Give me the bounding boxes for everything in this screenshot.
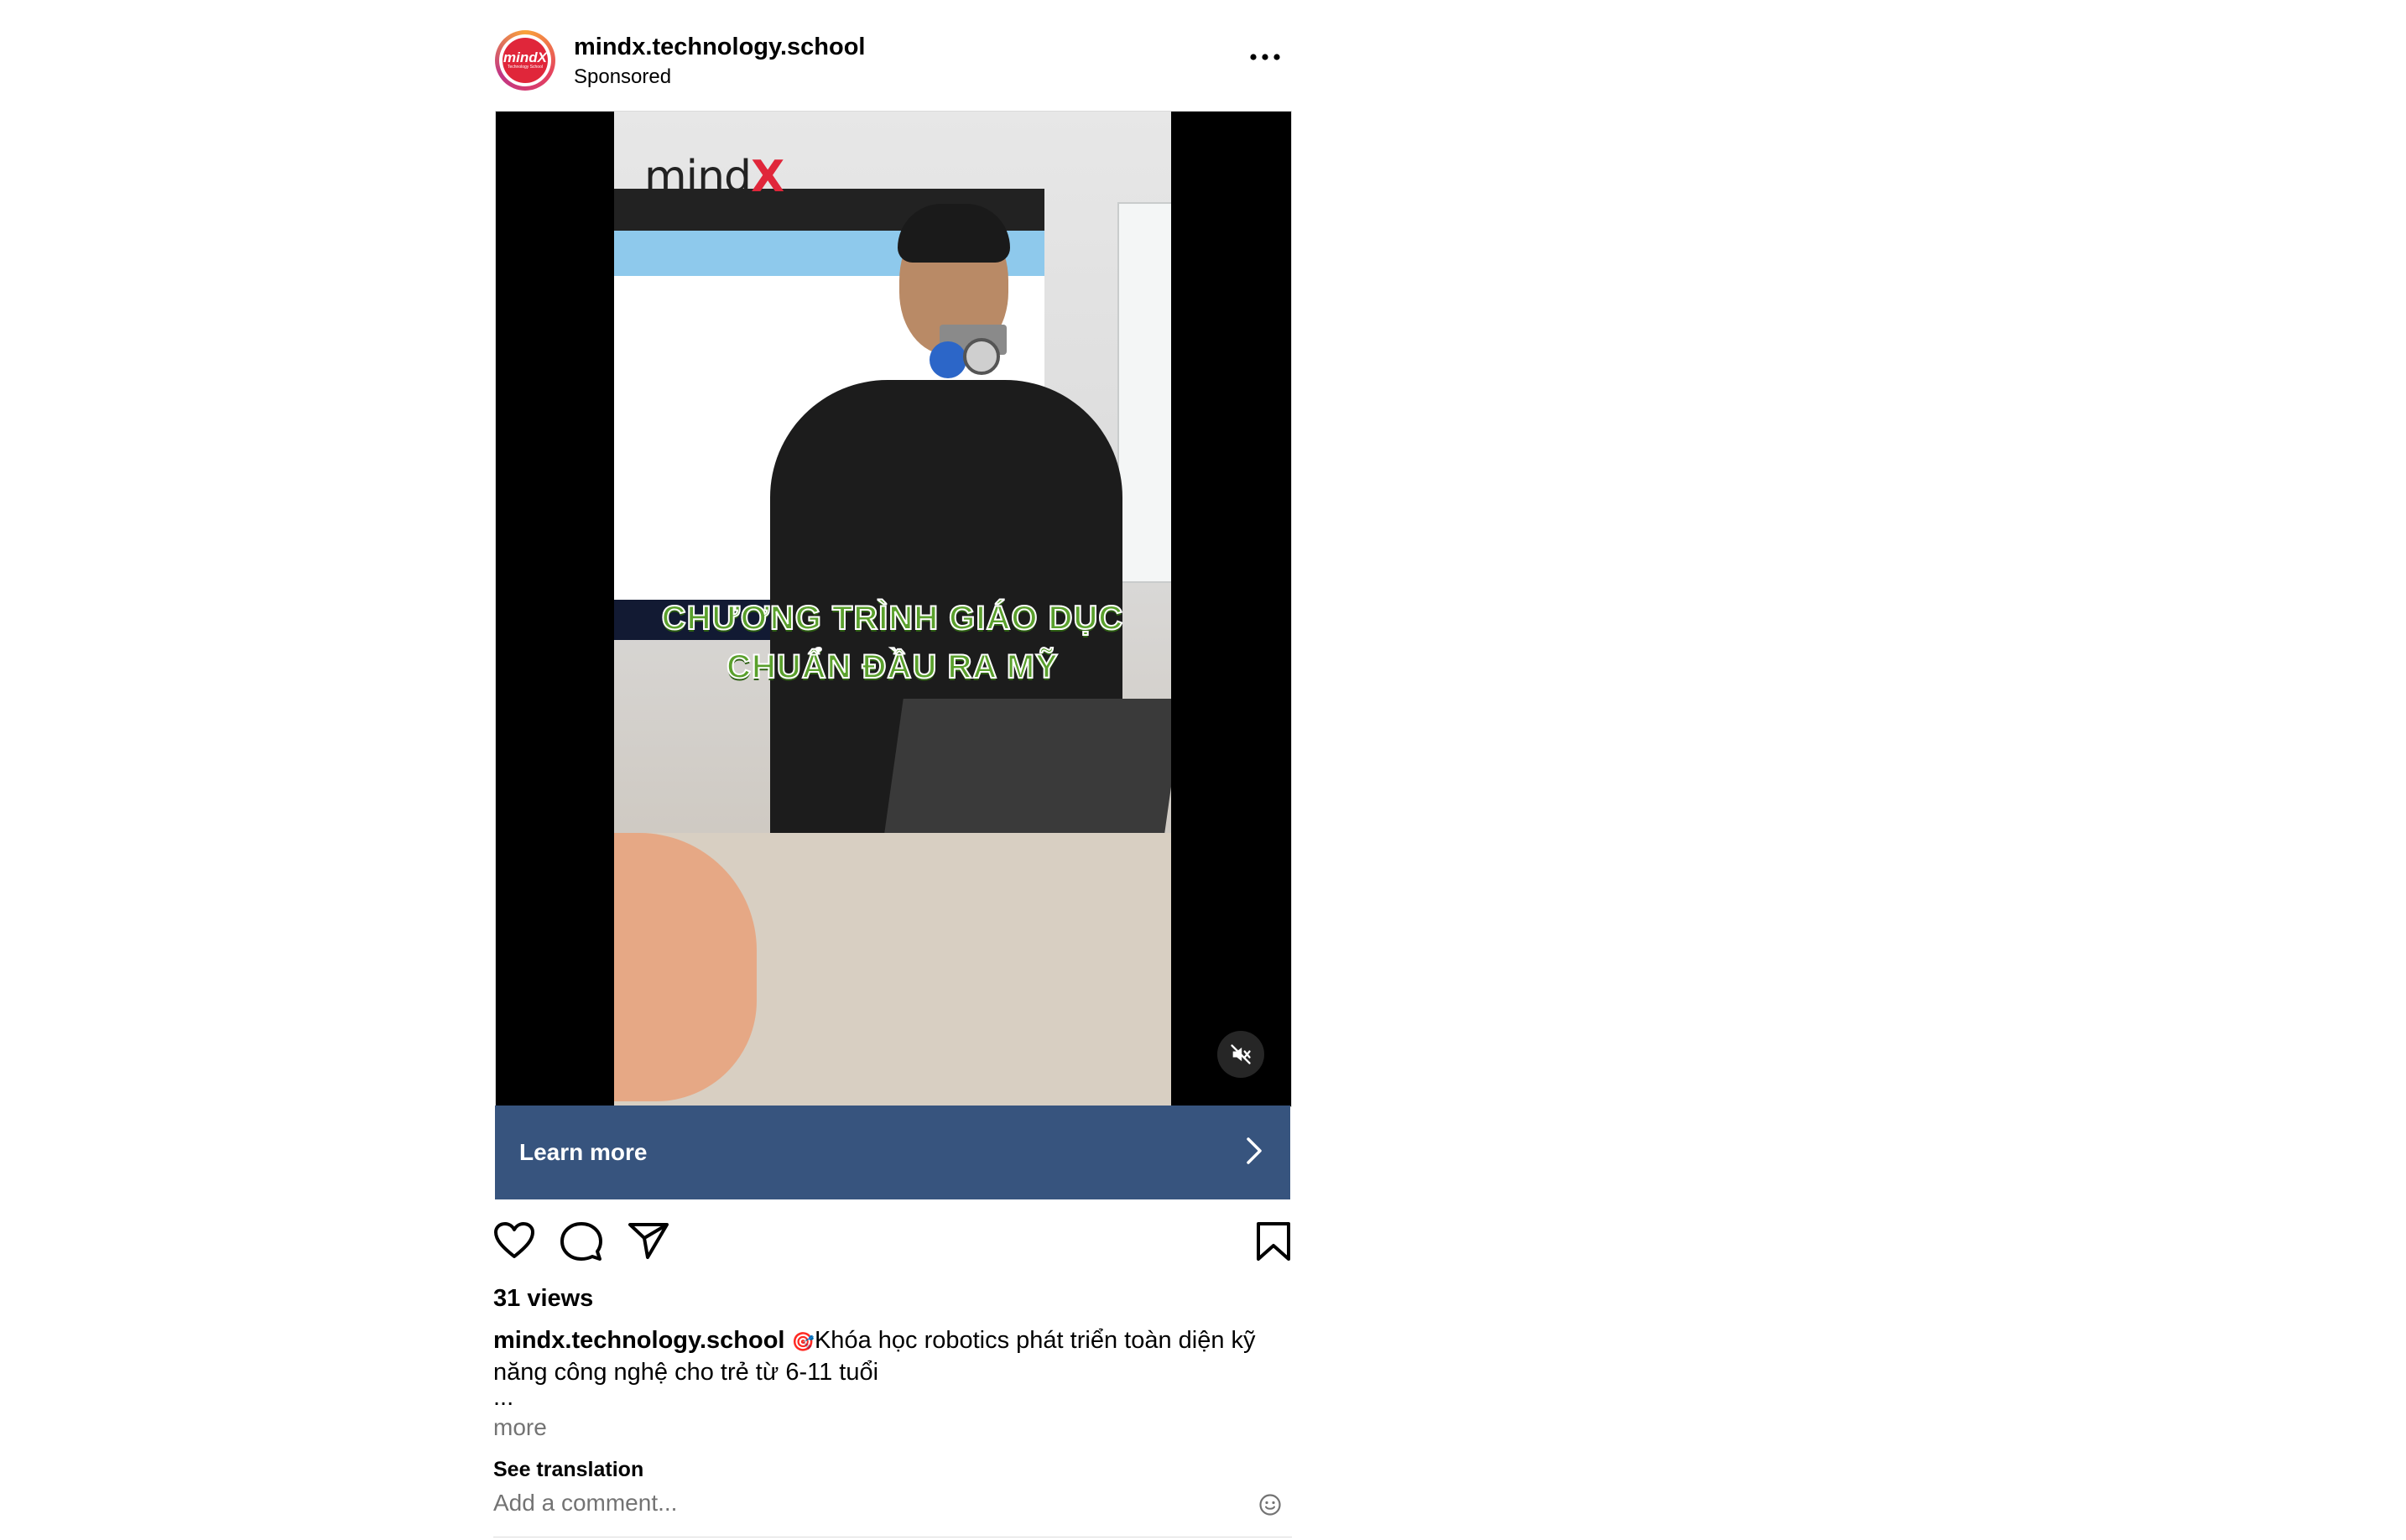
caption-ellipsis: ... bbox=[493, 1384, 514, 1411]
chevron-right-icon bbox=[1247, 1137, 1262, 1164]
avatar-logo-subtext: Technology School bbox=[508, 65, 543, 70]
mute-toggle-button[interactable] bbox=[1217, 1031, 1264, 1078]
speaker-muted-icon bbox=[1231, 1044, 1251, 1064]
target-emoji-icon: 🎯 bbox=[791, 1331, 815, 1352]
post-caption: mindx.technology.school 🎯Khóa học roboti… bbox=[493, 1325, 1292, 1388]
avatar-ring: mindX Technology School bbox=[499, 34, 551, 86]
more-options-button[interactable] bbox=[1247, 45, 1284, 69]
brand-watermark-prefix: mind bbox=[644, 152, 752, 202]
post-actions bbox=[493, 1216, 1292, 1267]
emoji-icon[interactable] bbox=[1258, 1493, 1282, 1517]
feed-post: mindX Technology School mindx.technology… bbox=[493, 25, 1292, 1537]
paper-plane-icon[interactable] bbox=[628, 1221, 669, 1260]
caption-username[interactable]: mindx.technology.school bbox=[493, 1327, 785, 1354]
post-header: mindX Technology School mindx.technology… bbox=[493, 25, 1292, 109]
avatar[interactable]: mindX Technology School bbox=[495, 30, 555, 91]
robot-car bbox=[924, 313, 1017, 388]
bookmark-icon[interactable] bbox=[1255, 1221, 1292, 1262]
comment-icon[interactable] bbox=[560, 1221, 602, 1262]
avatar-logo-text: mindX bbox=[503, 49, 547, 65]
learn-more-button[interactable]: Learn more bbox=[495, 1106, 1290, 1199]
view-count: 31 views bbox=[493, 1285, 594, 1312]
see-translation-link[interactable]: See translation bbox=[493, 1458, 643, 1482]
whiteboard bbox=[1117, 202, 1171, 583]
more-options-icon bbox=[1250, 54, 1280, 60]
post-media[interactable]: mindX CHƯƠNG TRÌNH GIÁO DỤC CHUẨN ĐẦU RA… bbox=[495, 111, 1292, 1107]
brand-watermark-suffix: X bbox=[751, 152, 784, 202]
brand-watermark: mindX bbox=[644, 152, 784, 202]
video-overlay-line-1: CHƯƠNG TRÌNH GIÁO DỤC bbox=[661, 599, 1124, 637]
video-overlay-line-2: CHUẨN ĐẦU RA MỸ bbox=[726, 648, 1059, 686]
video-player[interactable]: mindX CHƯƠNG TRÌNH GIÁO DỤC CHUẨN ĐẦU RA… bbox=[614, 112, 1171, 1106]
sponsored-label: Sponsored bbox=[574, 65, 672, 88]
person-hair bbox=[898, 204, 1010, 263]
comment-input[interactable] bbox=[493, 1485, 1215, 1522]
caption-more-link[interactable]: more bbox=[493, 1414, 547, 1441]
avatar-logo: mindX Technology School bbox=[503, 38, 548, 83]
post-username[interactable]: mindx.technology.school bbox=[574, 34, 866, 61]
learn-more-label: Learn more bbox=[519, 1139, 648, 1165]
heart-icon[interactable] bbox=[493, 1221, 535, 1260]
